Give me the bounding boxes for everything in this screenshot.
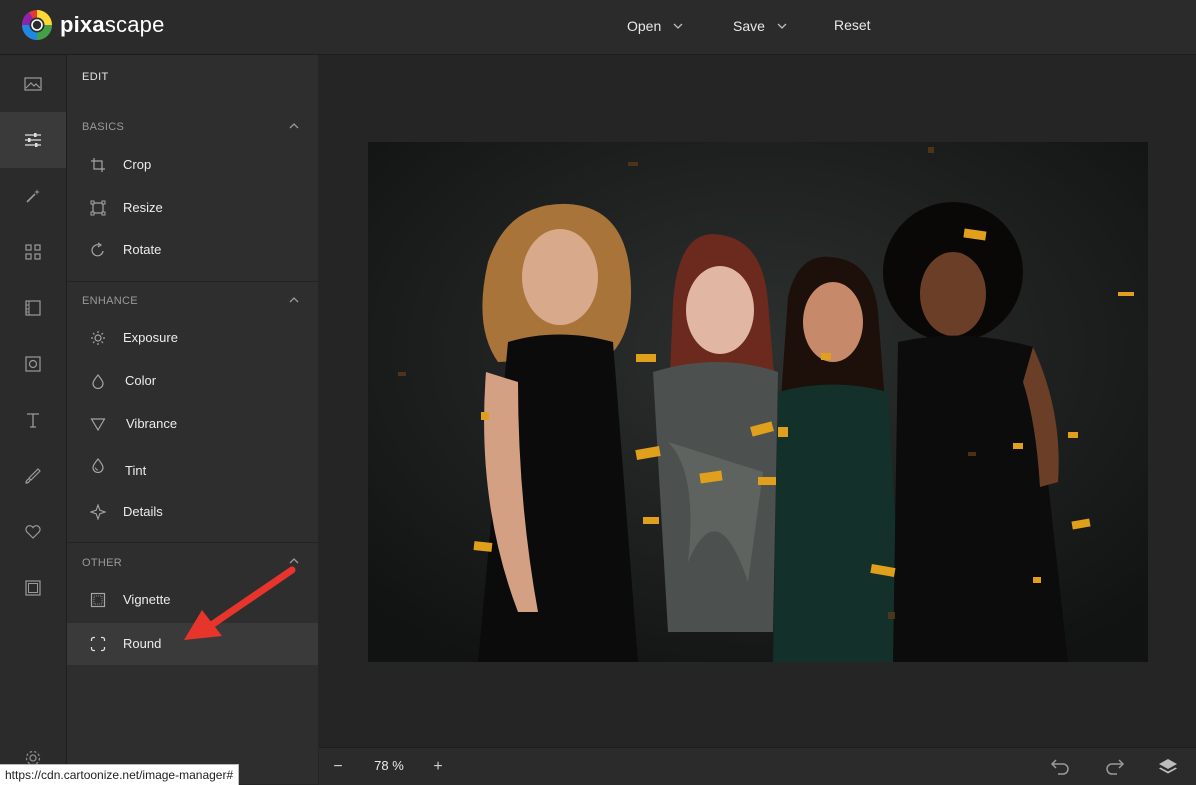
rail-border-button[interactable] xyxy=(0,560,66,616)
chevron-down-icon xyxy=(777,23,787,29)
logo-suffix: scape xyxy=(104,12,165,37)
menu-item-label: Round xyxy=(123,636,162,651)
save-menu-label: Save xyxy=(733,18,765,34)
menu-item-label: Rotate xyxy=(123,242,162,257)
resize-icon xyxy=(90,200,106,216)
rail-image-button[interactable] xyxy=(0,56,66,112)
zoom-out-button[interactable]: − xyxy=(319,748,357,785)
sliders-icon xyxy=(25,133,41,147)
menu-item-vibrance[interactable]: Vibrance xyxy=(67,403,318,445)
rail-adjust-button[interactable] xyxy=(0,112,66,168)
photo-image[interactable] xyxy=(368,142,1148,662)
chevron-up-icon[interactable] xyxy=(289,123,299,129)
menu-item-label: Vignette xyxy=(123,592,171,607)
sun-icon xyxy=(91,331,105,345)
menu-item-vignette[interactable]: Vignette xyxy=(67,579,318,621)
redo-icon[interactable] xyxy=(1104,757,1126,777)
logo-text: pixascape xyxy=(60,12,165,38)
app-logo[interactable]: pixascape xyxy=(21,9,165,41)
menu-item-details[interactable]: Details xyxy=(67,491,318,533)
undo-icon[interactable] xyxy=(1049,757,1071,777)
rail-frame-button[interactable] xyxy=(0,336,66,392)
section-divider xyxy=(67,281,318,282)
panel-title: EDIT xyxy=(82,71,109,83)
details-icon xyxy=(90,504,106,520)
tint-drop-icon xyxy=(92,458,104,473)
reset-button-label: Reset xyxy=(834,17,871,33)
menu-item-color[interactable]: Color xyxy=(67,360,318,402)
reset-button[interactable]: Reset xyxy=(834,17,871,33)
magic-wand-icon xyxy=(26,189,40,203)
logo-icon xyxy=(21,10,52,40)
menu-item-label: Tint xyxy=(125,463,147,478)
frame-icon xyxy=(25,356,41,372)
grid-icon xyxy=(25,244,41,260)
menu-item-resize[interactable]: Resize xyxy=(67,187,318,229)
rail-stickers-button[interactable] xyxy=(0,504,66,560)
menu-item-label: Crop xyxy=(123,157,152,172)
zoom-in-button[interactable]: + xyxy=(419,748,457,785)
section-heading-enhance: ENHANCE xyxy=(82,295,138,307)
heart-icon xyxy=(25,525,41,539)
border-icon xyxy=(25,580,41,596)
drop-icon xyxy=(92,374,104,389)
logo-prefix: pixa xyxy=(60,12,105,37)
brush-icon xyxy=(25,468,41,484)
rail-texture-button[interactable] xyxy=(0,280,66,336)
chevron-up-icon[interactable] xyxy=(289,558,299,564)
section-heading-other: OTHER xyxy=(82,557,122,569)
texture-icon xyxy=(25,300,41,316)
round-corners-icon xyxy=(90,636,106,652)
menu-item-rotate[interactable]: Rotate xyxy=(67,229,318,271)
section-heading-basics: BASICS xyxy=(82,121,125,133)
triangle-down-icon xyxy=(90,418,106,432)
menu-item-label: Details xyxy=(123,504,163,519)
rail-text-button[interactable] xyxy=(0,392,66,448)
text-icon xyxy=(27,413,39,428)
save-menu[interactable]: Save xyxy=(733,18,787,34)
rail-effects-button[interactable] xyxy=(0,168,66,224)
menu-item-label: Vibrance xyxy=(126,416,178,431)
tool-rail xyxy=(0,55,67,784)
open-menu[interactable]: Open xyxy=(627,18,683,34)
edit-panel: EDIT BASICS Crop Resize Rotate ENHANCE E… xyxy=(67,55,318,784)
image-icon xyxy=(24,77,42,91)
bottom-bar: − 78 % + xyxy=(319,747,1196,785)
vignette-icon xyxy=(90,592,106,608)
menu-item-round[interactable]: Round xyxy=(67,623,318,665)
open-menu-label: Open xyxy=(627,18,662,34)
chevron-down-icon xyxy=(673,23,683,29)
menu-item-exposure[interactable]: Exposure xyxy=(67,317,318,359)
menu-item-label: Resize xyxy=(123,200,163,215)
rotate-icon xyxy=(91,242,104,257)
rail-draw-button[interactable] xyxy=(0,448,66,504)
section-divider xyxy=(67,542,318,543)
layers-icon[interactable] xyxy=(1157,757,1179,777)
photo-illustration xyxy=(368,142,1148,662)
menu-item-crop[interactable]: Crop xyxy=(67,144,318,186)
menu-item-tint[interactable]: Tint xyxy=(67,449,318,491)
status-url: https://cdn.cartoonize.net/image-manager… xyxy=(0,764,240,785)
menu-item-label: Exposure xyxy=(123,330,178,345)
chevron-up-icon[interactable] xyxy=(289,297,299,303)
rail-collage-button[interactable] xyxy=(0,224,66,280)
top-bar: pixascape Open Save Reset xyxy=(0,0,1196,55)
crop-icon xyxy=(91,158,105,172)
zoom-level: 78 % xyxy=(374,758,404,773)
menu-item-label: Color xyxy=(125,373,157,388)
